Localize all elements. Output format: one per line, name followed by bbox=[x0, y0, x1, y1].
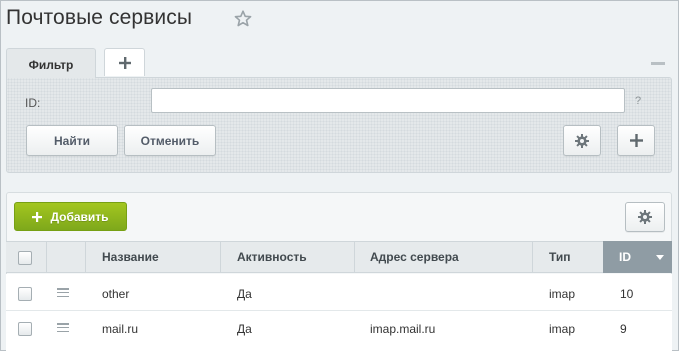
row-checkbox[interactable] bbox=[18, 322, 32, 336]
column-header-server[interactable]: Адрес сервера bbox=[370, 241, 459, 273]
column-divider bbox=[220, 241, 221, 273]
filter-settings-button[interactable] bbox=[563, 125, 601, 156]
cancel-button[interactable]: Отменить bbox=[124, 125, 216, 156]
add-filter-field-button[interactable] bbox=[617, 125, 655, 156]
column-header-type[interactable]: Тип bbox=[549, 241, 571, 273]
id-filter-input[interactable] bbox=[151, 88, 625, 113]
star-icon[interactable] bbox=[233, 9, 253, 29]
find-button[interactable]: Найти bbox=[26, 125, 118, 156]
cell-type: imap bbox=[549, 287, 576, 301]
minus-icon[interactable] bbox=[651, 62, 665, 65]
gear-icon bbox=[575, 133, 589, 148]
add-button-label: Добавить bbox=[50, 209, 109, 224]
column-divider bbox=[85, 241, 86, 273]
drag-handle-icon[interactable] bbox=[57, 288, 69, 297]
column-divider bbox=[532, 241, 533, 273]
add-button[interactable]: Добавить bbox=[14, 202, 127, 231]
tab-filter[interactable]: Фильтр bbox=[6, 48, 96, 78]
add-filter-tab-button[interactable] bbox=[104, 48, 145, 76]
cell-name: mail.ru bbox=[102, 322, 139, 336]
cell-id: 9 bbox=[620, 322, 627, 336]
column-divider bbox=[46, 241, 47, 273]
row-checkbox[interactable] bbox=[18, 287, 32, 301]
column-header-id-label: ID bbox=[619, 250, 631, 264]
cell-active: Да bbox=[237, 322, 252, 336]
plus-icon bbox=[32, 211, 43, 222]
page-title: Почтовые сервисы bbox=[6, 6, 193, 29]
cell-type: imap bbox=[549, 322, 576, 336]
plus-icon bbox=[629, 134, 643, 147]
drag-handle-icon[interactable] bbox=[57, 323, 69, 332]
sort-desc-icon bbox=[656, 255, 664, 260]
plus-icon bbox=[118, 56, 131, 69]
column-divider bbox=[354, 241, 355, 273]
cell-active: Да bbox=[237, 287, 252, 301]
grid-settings-button[interactable] bbox=[625, 202, 665, 232]
column-header-active[interactable]: Активность bbox=[237, 241, 307, 273]
cell-id: 10 bbox=[620, 287, 634, 301]
id-filter-label: ID: bbox=[25, 96, 41, 110]
cell-name: other bbox=[102, 287, 130, 301]
help-icon[interactable]: ? bbox=[635, 95, 641, 107]
gear-icon bbox=[638, 210, 652, 224]
select-all-checkbox[interactable] bbox=[18, 251, 32, 265]
column-header-name[interactable]: Название bbox=[102, 241, 159, 273]
cell-server: imap.mail.ru bbox=[370, 322, 436, 336]
